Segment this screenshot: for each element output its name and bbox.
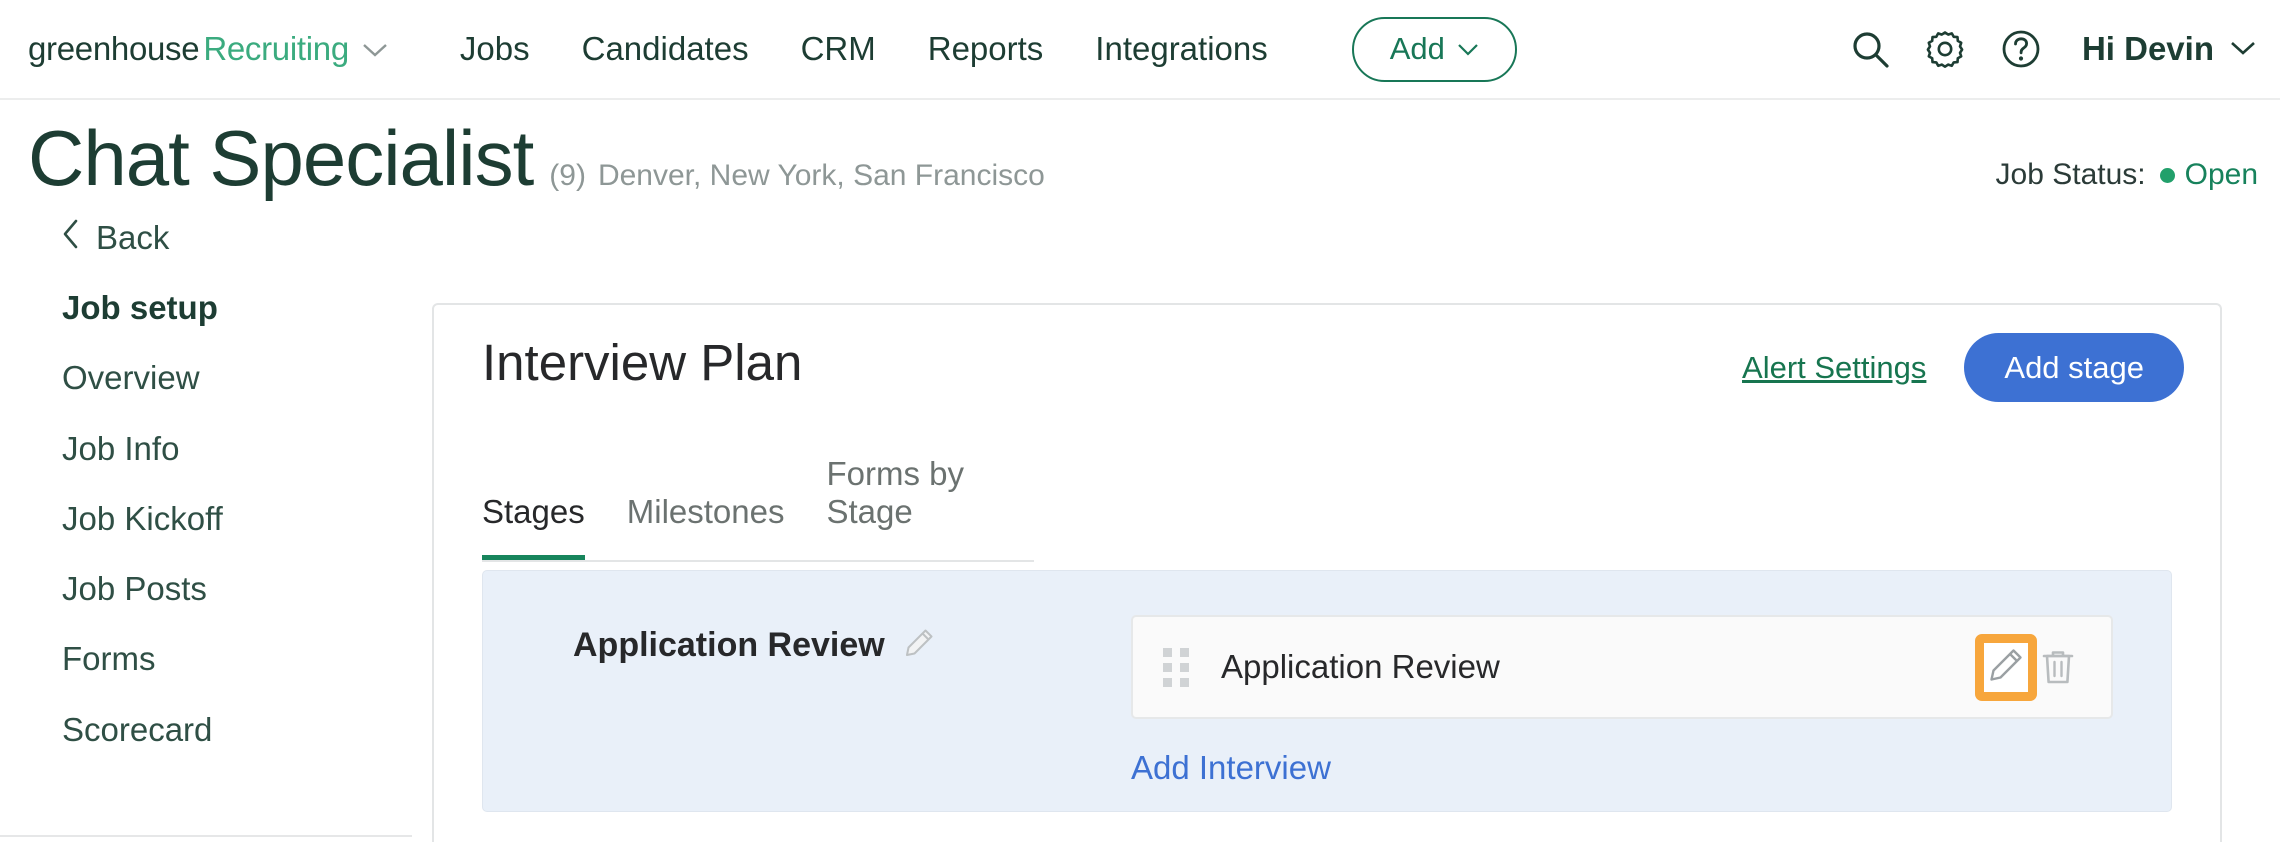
drag-handle-icon[interactable] [1163, 647, 1189, 687]
page-title: Chat Specialist [28, 114, 534, 202]
job-locations: Denver, New York, San Francisco [597, 159, 1045, 192]
tab-stages[interactable]: Stages [482, 493, 585, 560]
tab-forms-by-stage[interactable]: Forms by Stage [826, 455, 1034, 560]
stage-panel: Application Review Application Review Ad… [482, 570, 2172, 812]
status-dot-icon [2159, 167, 2175, 183]
sidebar-item-job-kickoff[interactable]: Job Kickoff [62, 500, 412, 537]
nav-item-crm[interactable]: CRM [775, 30, 902, 68]
nav-item-integrations[interactable]: Integrations [1069, 30, 1293, 68]
back-label: Back [96, 219, 170, 256]
main-nav-links: Jobs Candidates CRM Reports Integrations [434, 30, 1294, 68]
pencil-icon[interactable] [903, 627, 935, 664]
sidebar-item-overview[interactable]: Overview [62, 359, 412, 396]
gear-icon[interactable] [1924, 28, 1966, 70]
card-title: Interview Plan [482, 334, 803, 391]
sidebar: Back Job setup Overview Job Info Job Kic… [0, 205, 412, 837]
nav-item-reports[interactable]: Reports [902, 30, 1070, 68]
stage-name: Application Review [573, 626, 885, 664]
status-badge: Job Status: Open [1996, 158, 2258, 192]
add-interview-link[interactable]: Add Interview [1131, 749, 1331, 787]
add-button-label: Add [1389, 30, 1445, 66]
chevron-down-icon [1457, 38, 1479, 60]
top-navigation-bar: greenhouse Recruiting Jobs Candidates CR… [0, 0, 2280, 100]
edit-interview-button[interactable] [1975, 633, 2037, 701]
sidebar-item-job-posts[interactable]: Job Posts [62, 570, 412, 607]
brand-primary-text: greenhouse [28, 30, 200, 67]
brand-logo[interactable]: greenhouse Recruiting [28, 30, 388, 68]
trash-icon [2042, 651, 2074, 684]
chevron-down-icon[interactable] [362, 36, 388, 62]
card-actions: Alert Settings Add stage [1742, 333, 2184, 402]
nav-item-jobs[interactable]: Jobs [434, 30, 556, 68]
delete-interview-button[interactable] [2039, 647, 2077, 687]
card-tabs: Stages Milestones Forms by Stage [482, 455, 1034, 562]
tab-milestones[interactable]: Milestones [627, 493, 785, 560]
page-header: Chat Specialist (9) Denver, New York, Sa… [0, 100, 2280, 205]
nav-right-cluster: Hi Devin [1850, 28, 2256, 70]
job-openings-count: (9) [549, 159, 586, 192]
interview-row[interactable]: Application Review [1131, 615, 2113, 719]
nav-item-candidates[interactable]: Candidates [556, 30, 775, 68]
user-menu[interactable]: Hi Devin [2082, 30, 2256, 68]
sidebar-item-scorecard[interactable]: Scorecard [62, 711, 412, 748]
interview-plan-card: Interview Plan Alert Settings Add stage … [432, 303, 2222, 842]
chevron-down-icon [2230, 32, 2256, 63]
help-circle-icon[interactable] [2000, 28, 2042, 70]
interview-row-actions [1975, 633, 2077, 701]
pencil-icon [1986, 645, 2026, 690]
sidebar-item-job-setup[interactable]: Job setup [62, 289, 412, 326]
user-greeting-label: Hi Devin [2081, 30, 2214, 67]
chevron-left-icon [62, 219, 79, 254]
stage-name-group: Application Review [573, 626, 935, 665]
interview-name: Application Review [1221, 648, 1500, 685]
card-header: Interview Plan Alert Settings Add stage [434, 305, 2220, 423]
page-title-group: Chat Specialist (9) Denver, New York, Sa… [28, 119, 1045, 197]
add-stage-button[interactable]: Add stage [1964, 333, 2184, 402]
add-button[interactable]: Add [1351, 16, 1517, 82]
job-status-label: Job Status: [1995, 158, 2146, 191]
brand-secondary-text: Recruiting [203, 30, 349, 67]
sidebar-item-forms[interactable]: Forms [62, 641, 412, 678]
back-button[interactable]: Back [62, 219, 412, 257]
job-status-value[interactable]: Open [2185, 158, 2258, 192]
sidebar-item-job-info[interactable]: Job Info [62, 430, 412, 467]
search-icon[interactable] [1850, 29, 1890, 69]
alert-settings-link[interactable]: Alert Settings [1742, 350, 1926, 386]
